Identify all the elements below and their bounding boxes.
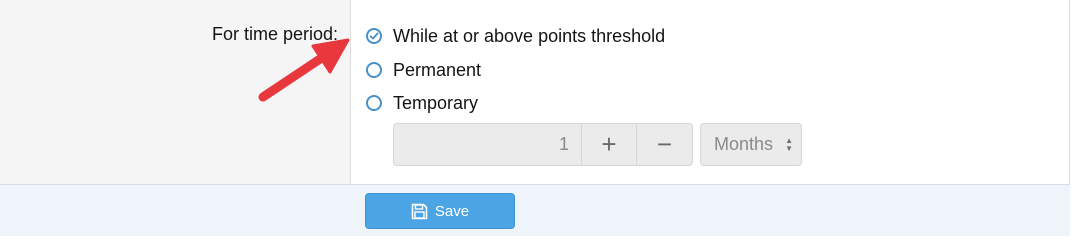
option-temporary[interactable]: Temporary <box>366 91 478 115</box>
form-footer: Save <box>0 184 1070 236</box>
decrement-button[interactable]: − <box>637 123 693 166</box>
select-caret-icon: ▲ ▼ <box>785 136 793 153</box>
option-while-above-threshold[interactable]: While at or above points threshold <box>366 24 665 48</box>
unit-select-value: Months <box>714 134 774 154</box>
option-label: While at or above points threshold <box>393 25 666 46</box>
option-label: Temporary <box>393 92 479 113</box>
annotation-arrow-icon <box>258 38 350 102</box>
radio-unchecked-icon[interactable] <box>366 62 382 78</box>
radio-unchecked-icon[interactable] <box>366 95 382 111</box>
radio-checked-icon[interactable] <box>366 28 382 44</box>
increment-button[interactable]: + <box>581 123 637 166</box>
duration-stepper: + − <box>393 123 693 166</box>
option-label: Permanent <box>393 59 482 80</box>
option-permanent[interactable]: Permanent <box>366 58 481 82</box>
floppy-disk-icon <box>411 203 428 220</box>
duration-input[interactable] <box>393 123 581 166</box>
form-panel: For time period: While at or above point… <box>0 0 1070 236</box>
save-button[interactable]: Save <box>365 193 515 229</box>
save-button-label: Save <box>434 202 470 220</box>
duration-unit-select[interactable]: Months ▲ ▼ <box>700 123 802 166</box>
